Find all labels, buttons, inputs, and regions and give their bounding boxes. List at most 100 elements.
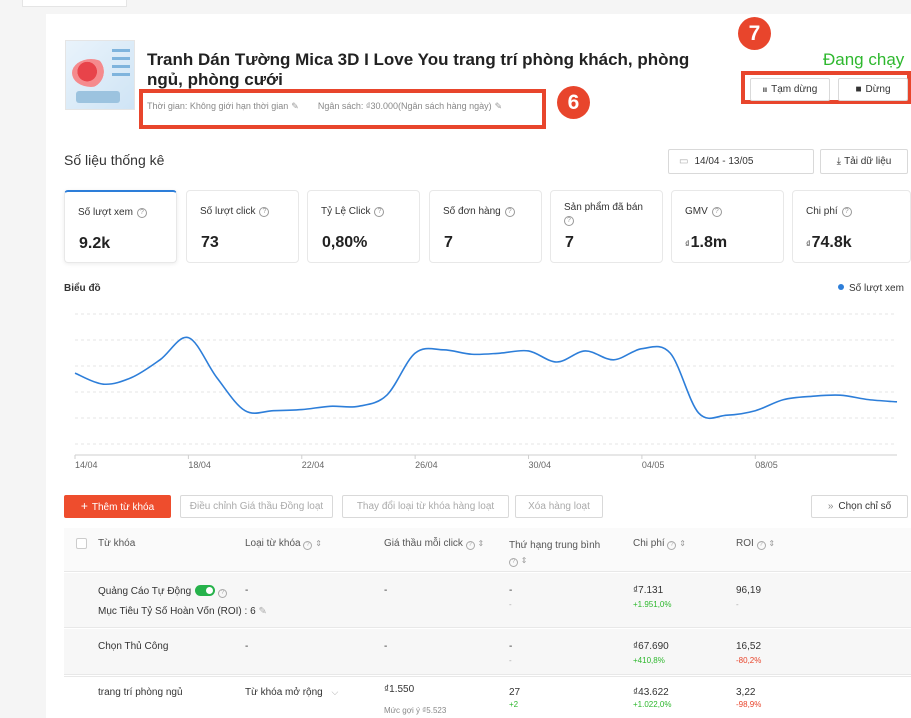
- data-point-07/05[interactable]: [724, 412, 730, 418]
- x-tick-label: 14/04: [75, 460, 98, 470]
- data-point-28/04[interactable]: [469, 351, 475, 357]
- header-bid[interactable]: Giá thầu mỗi click ? ⇕: [384, 538, 484, 550]
- help-icon[interactable]: ?: [303, 541, 313, 550]
- data-point-12/05[interactable]: [866, 397, 872, 403]
- row-divider: [64, 676, 911, 677]
- keyword-cell: Quảng Cáo Tự Động ?: [98, 585, 228, 598]
- add-keyword-button[interactable]: + Thêm từ khóa: [64, 495, 171, 518]
- header-cost[interactable]: Chi phí ? ⇕: [633, 538, 686, 550]
- data-point-04/05[interactable]: [639, 346, 645, 352]
- help-icon[interactable]: ?: [667, 541, 677, 550]
- help-icon[interactable]: ?: [509, 558, 518, 567]
- data-point-23/04[interactable]: [327, 403, 333, 409]
- header-keyword: Từ khóa: [98, 538, 136, 549]
- data-point-09/05[interactable]: [781, 397, 787, 403]
- edit-roi-icon[interactable]: ✎: [258, 606, 266, 617]
- bulk-delete-button[interactable]: Xóa hàng loạt: [515, 495, 603, 518]
- x-tick-label: 22/04: [302, 460, 325, 470]
- add-keyword-label: Thêm từ khóa: [91, 502, 155, 513]
- data-point-06/05[interactable]: [696, 410, 702, 416]
- header-label: Chi phí: [633, 538, 665, 549]
- cost-cell: ₫67.690: [633, 641, 669, 652]
- sort-icon[interactable]: ⇕: [315, 539, 322, 548]
- choose-metrics-button[interactable]: » Chọn chỉ số: [811, 495, 908, 518]
- double-chevron-icon: »: [827, 501, 834, 512]
- header-label: ROI: [736, 538, 754, 549]
- data-point-29/04[interactable]: [497, 350, 503, 356]
- data-point-18/04[interactable]: [185, 335, 191, 341]
- sort-icon[interactable]: ⇕: [477, 539, 484, 548]
- roi-cell: 96,19: [736, 585, 762, 596]
- help-icon[interactable]: ?: [218, 589, 228, 598]
- cost-change: +1.951,0%: [633, 600, 672, 609]
- header-keyword-type[interactable]: Loại từ khóa ? ⇕: [245, 538, 322, 550]
- keyword-type-select[interactable]: Từ khóa mở rộng ⌵: [245, 687, 338, 698]
- data-point-19/04[interactable]: [214, 375, 220, 381]
- rank-change: +2: [509, 700, 519, 709]
- cost-cell: ₫43.622: [633, 687, 669, 698]
- table-row: [64, 573, 911, 628]
- data-point-02/05[interactable]: [582, 348, 588, 354]
- select-all-checkbox[interactable]: [76, 538, 87, 549]
- data-point-17/04[interactable]: [157, 357, 163, 363]
- auto-ads-toggle[interactable]: [195, 585, 216, 596]
- data-point-08/05[interactable]: [752, 408, 758, 414]
- x-tick-label: 30/04: [529, 460, 552, 470]
- sort-icon[interactable]: ⇕: [521, 556, 528, 565]
- header-roi[interactable]: ROI ? ⇕: [736, 538, 775, 550]
- rank-change: -: [509, 600, 512, 609]
- roi-change: -98,9%: [736, 700, 762, 709]
- header-label: Giá thầu mỗi click: [384, 538, 463, 549]
- bid-value[interactable]: ₫1.550: [384, 684, 414, 695]
- data-point-20/04[interactable]: [242, 408, 248, 414]
- data-point-13/05[interactable]: [894, 399, 900, 405]
- bid-cell: -: [384, 585, 388, 596]
- cost-change: +410,8%: [633, 656, 665, 665]
- rank-change: -: [509, 656, 512, 665]
- choose-metrics-label: Chọn chỉ số: [838, 501, 892, 512]
- x-tick-label: 18/04: [188, 460, 211, 470]
- roi-target-cell: Mục Tiêu Tỷ Số Hoàn Vốn (ROI) : 6 ✎: [98, 606, 267, 617]
- table-row: [64, 629, 911, 675]
- data-point-15/04[interactable]: [100, 381, 106, 387]
- bulk-bid-button[interactable]: Điều chỉnh Giá thầu Đồng loạt: [180, 495, 333, 518]
- help-icon[interactable]: ?: [465, 541, 475, 550]
- keyword-name: trang trí phòng ngủ: [98, 687, 183, 698]
- type-cell: -: [245, 585, 249, 596]
- x-tick-label: 26/04: [415, 460, 438, 470]
- keyword-type-value: Từ khóa mở rộng: [245, 687, 323, 698]
- roi-cell: 3,22: [736, 687, 756, 698]
- roi-change: -: [736, 600, 739, 609]
- data-point-11/05[interactable]: [837, 392, 843, 398]
- roi-cell: 16,52: [736, 641, 762, 652]
- keyword-name[interactable]: Chọn Thủ Công: [98, 641, 168, 652]
- header-label: Thứ hạng trung bình: [509, 540, 601, 551]
- header-label: Loại từ khóa: [245, 538, 301, 549]
- help-icon[interactable]: ?: [756, 541, 766, 550]
- data-point-10/05[interactable]: [809, 393, 815, 399]
- data-point-27/04[interactable]: [440, 347, 446, 353]
- data-point-01/05[interactable]: [554, 359, 560, 365]
- sort-icon[interactable]: ⇕: [679, 539, 686, 548]
- data-point-24/04[interactable]: [355, 403, 361, 409]
- views-line-chart: 14/04 18/04 22/04 26/04 30/04 04/05 08/05: [72, 313, 900, 470]
- header-avg-rank[interactable]: Thứ hạng trung bình? ⇕: [509, 538, 600, 568]
- data-point-26/04[interactable]: [412, 350, 418, 356]
- cost-change: +1.022,0%: [633, 700, 672, 709]
- data-point-30/04[interactable]: [526, 348, 532, 354]
- data-point-25/04[interactable]: [384, 392, 390, 398]
- data-point-05/05[interactable]: [667, 350, 673, 356]
- series-line-views: [74, 336, 898, 420]
- data-point-14/04[interactable]: [72, 370, 78, 376]
- x-tick-label: 04/05: [642, 460, 665, 470]
- data-point-16/04[interactable]: [129, 375, 135, 381]
- sort-icon[interactable]: ⇕: [768, 539, 775, 548]
- keyword-name: Quảng Cáo Tự Động: [98, 586, 192, 597]
- data-point-21/04[interactable]: [270, 408, 276, 414]
- rank-cell: 27: [509, 687, 521, 698]
- data-point-03/05[interactable]: [611, 357, 617, 363]
- change-keyword-type-button[interactable]: Thay đổi loại từ khóa hàng loạt: [342, 495, 509, 518]
- chevron-down-icon: ⌵: [331, 687, 339, 697]
- cost-cell: ₫7.131: [633, 585, 664, 596]
- data-point-22/04[interactable]: [299, 407, 305, 413]
